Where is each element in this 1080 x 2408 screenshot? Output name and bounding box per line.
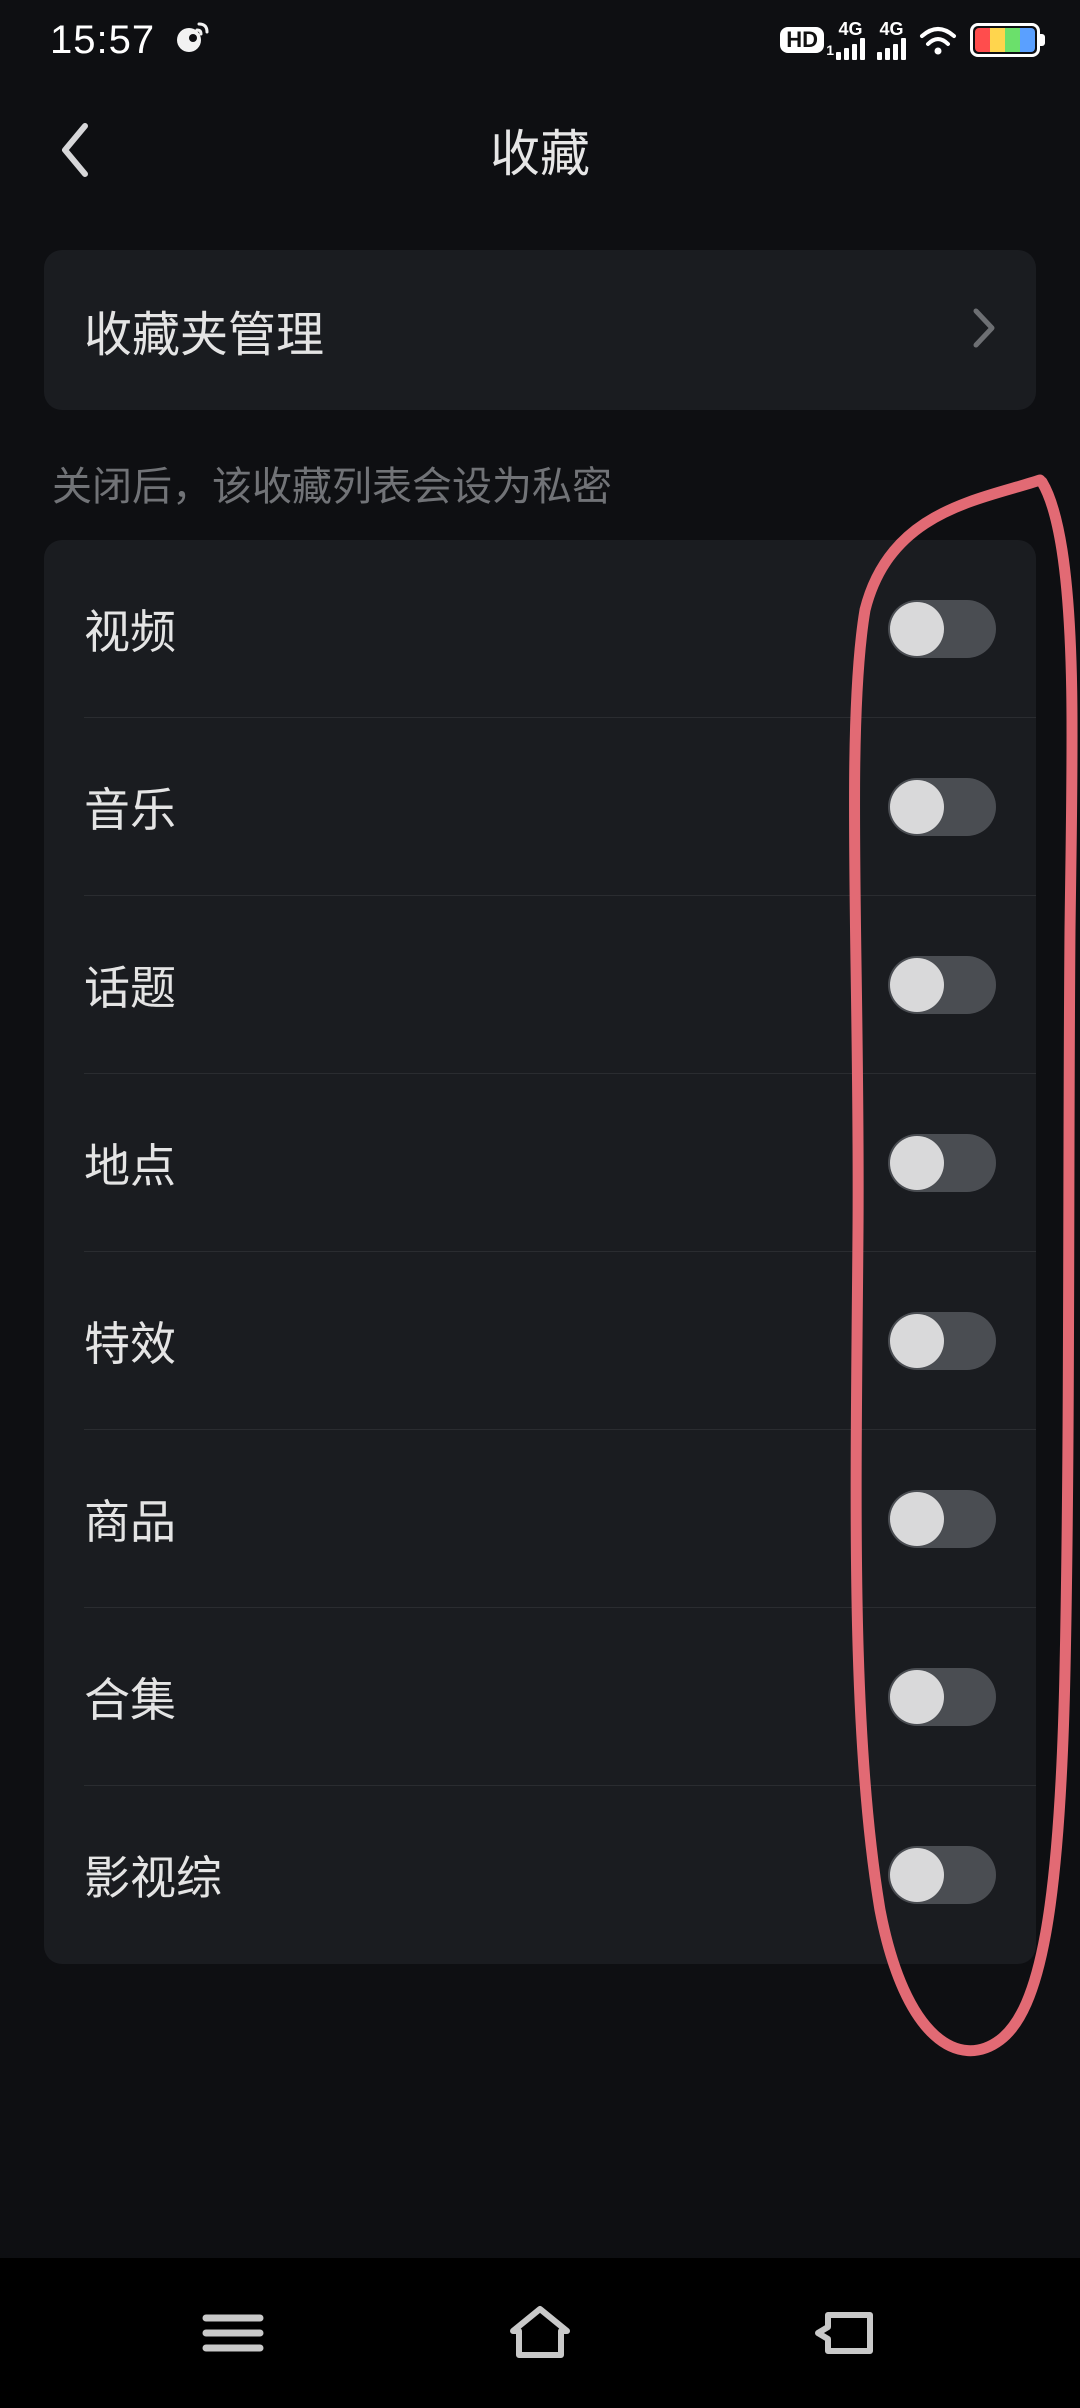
toggle-switch-music[interactable] bbox=[888, 778, 996, 836]
toggle-row-location: 地点 bbox=[44, 1074, 1036, 1252]
signal-1: 4G bbox=[836, 20, 865, 60]
toggle-knob bbox=[890, 1314, 944, 1368]
toggle-row-collection: 合集 bbox=[44, 1608, 1036, 1786]
content: 收藏夹管理 关闭后，该收藏列表会设为私密 视频音乐话题地点特效商品合集影视综 bbox=[0, 220, 1080, 1964]
signal-2: 4G bbox=[877, 20, 906, 60]
toggle-knob bbox=[890, 1492, 944, 1546]
toggle-row-movietv: 影视综 bbox=[44, 1786, 1036, 1964]
toggle-switch-goods[interactable] bbox=[888, 1490, 996, 1548]
toggle-switch-effect[interactable] bbox=[888, 1312, 996, 1370]
toggle-row-effect: 特效 bbox=[44, 1252, 1036, 1430]
system-nav-bar bbox=[0, 2258, 1080, 2408]
toggle-row-goods: 商品 bbox=[44, 1430, 1036, 1608]
nav-back-button[interactable] bbox=[812, 2305, 882, 2361]
manage-favorites-label: 收藏夹管理 bbox=[84, 295, 324, 365]
hd-label: HD bbox=[786, 27, 818, 52]
toggle-label-music: 音乐 bbox=[84, 774, 176, 840]
toggle-label-topic: 话题 bbox=[84, 952, 176, 1018]
toggle-label-collection: 合集 bbox=[84, 1664, 176, 1730]
toggle-knob bbox=[890, 958, 944, 1012]
hd-badge: HD 1 bbox=[780, 27, 824, 53]
toggle-label-movietv: 影视综 bbox=[84, 1842, 222, 1908]
toggle-label-video: 视频 bbox=[84, 596, 176, 662]
net-label-1: 4G bbox=[838, 20, 862, 38]
status-left: 15:57 bbox=[50, 16, 213, 65]
toggle-label-effect: 特效 bbox=[84, 1308, 176, 1374]
toggle-knob bbox=[890, 602, 944, 656]
toggle-list: 视频音乐话题地点特效商品合集影视综 bbox=[44, 540, 1036, 1964]
toggle-switch-movietv[interactable] bbox=[888, 1846, 996, 1904]
toggle-knob bbox=[890, 780, 944, 834]
toggle-knob bbox=[890, 1848, 944, 1902]
wifi-icon bbox=[918, 24, 958, 56]
net-label-2: 4G bbox=[879, 20, 903, 38]
toggle-switch-topic[interactable] bbox=[888, 956, 996, 1014]
status-bar: 15:57 HD 1 4G 4G bbox=[0, 0, 1080, 80]
toggle-switch-location[interactable] bbox=[888, 1134, 996, 1192]
nav-home-button[interactable] bbox=[505, 2303, 575, 2363]
chevron-right-icon bbox=[972, 307, 996, 354]
hd-sub: 1 bbox=[826, 43, 834, 57]
privacy-hint: 关闭后，该收藏列表会设为私密 bbox=[44, 410, 1036, 540]
header: 收藏 bbox=[0, 80, 1080, 220]
toggle-switch-video[interactable] bbox=[888, 600, 996, 658]
manage-favorites-row[interactable]: 收藏夹管理 bbox=[44, 250, 1036, 410]
toggle-row-video: 视频 bbox=[44, 540, 1036, 718]
status-right: HD 1 4G 4G bbox=[780, 20, 1040, 60]
toggle-knob bbox=[890, 1136, 944, 1190]
chevron-left-icon bbox=[57, 120, 93, 180]
battery-icon bbox=[970, 23, 1040, 57]
status-time: 15:57 bbox=[50, 18, 155, 63]
toggle-row-topic: 话题 bbox=[44, 896, 1036, 1074]
back-button[interactable] bbox=[40, 115, 110, 185]
toggle-knob bbox=[890, 1670, 944, 1724]
page-title: 收藏 bbox=[490, 114, 590, 186]
toggle-switch-collection[interactable] bbox=[888, 1668, 996, 1726]
toggle-label-goods: 商品 bbox=[84, 1486, 176, 1552]
toggle-label-location: 地点 bbox=[84, 1130, 176, 1196]
weibo-icon bbox=[173, 16, 213, 65]
nav-menu-button[interactable] bbox=[198, 2308, 268, 2358]
toggle-row-music: 音乐 bbox=[44, 718, 1036, 896]
